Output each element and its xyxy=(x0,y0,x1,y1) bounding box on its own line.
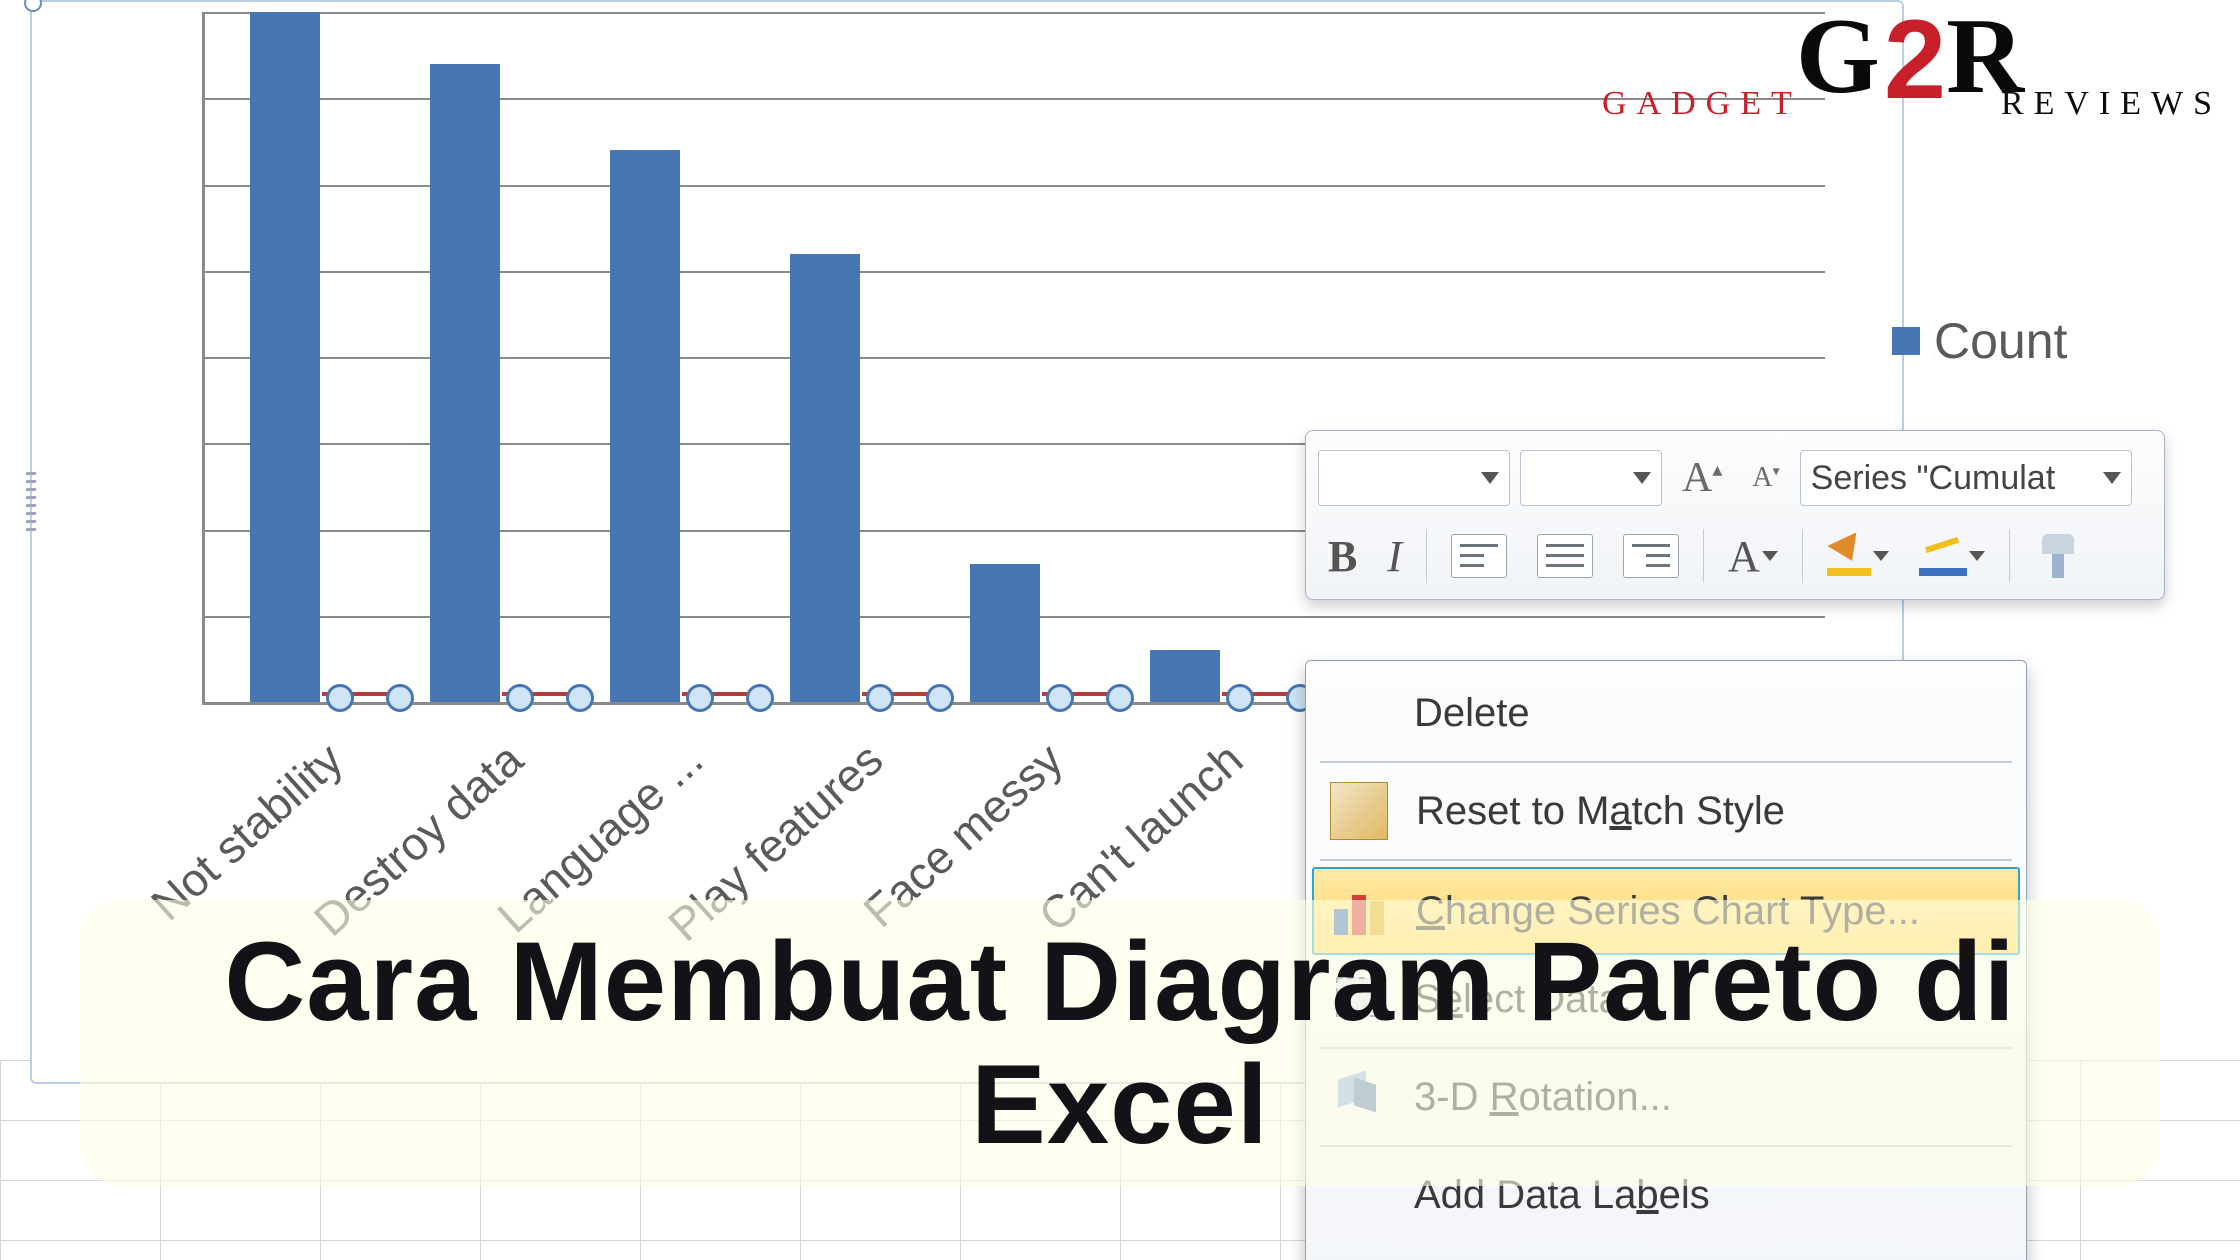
gridline xyxy=(205,12,1825,14)
chart-element-select[interactable]: Series "Cumulat xyxy=(1800,450,2132,506)
series-marker[interactable] xyxy=(926,684,954,712)
menu-add-trendline[interactable]: Add Trendline... xyxy=(1312,1239,2020,1260)
series-marker[interactable] xyxy=(746,684,774,712)
menu-reset[interactable]: Reset to Match Style xyxy=(1312,769,2020,853)
italic-button[interactable]: I xyxy=(1377,527,1412,585)
bar[interactable] xyxy=(790,254,860,703)
series-marker[interactable] xyxy=(506,684,534,712)
plot-area[interactable] xyxy=(202,12,1825,705)
bar[interactable] xyxy=(1150,650,1220,702)
font-color-button[interactable]: A xyxy=(1718,527,1788,585)
menu-divider xyxy=(1320,859,2012,861)
menu-label: Delete xyxy=(1414,691,1530,735)
blank-icon xyxy=(1330,685,1386,741)
separator xyxy=(1426,529,1427,583)
series-marker[interactable] xyxy=(1046,684,1074,712)
series-marker[interactable] xyxy=(1226,684,1254,712)
article-headline: Cara Membuat Diagram Pareto di Excel xyxy=(80,900,2160,1186)
align-right-button[interactable] xyxy=(1613,527,1689,585)
font-size-select[interactable] xyxy=(1520,450,1662,506)
mini-toolbar: A▴ A▾ Series "Cumulat B I A xyxy=(1305,430,2165,600)
bar[interactable] xyxy=(610,150,680,702)
format-painter-button[interactable] xyxy=(2024,527,2092,585)
shrink-font-button[interactable]: A▾ xyxy=(1742,449,1789,507)
bold-button[interactable]: B xyxy=(1318,527,1367,585)
menu-delete[interactable]: Delete xyxy=(1312,671,2020,755)
separator xyxy=(1703,529,1704,583)
separator xyxy=(2009,529,2010,583)
blank-icon xyxy=(1330,1253,1386,1260)
series-marker[interactable] xyxy=(1106,684,1134,712)
legend-swatch xyxy=(1892,327,1920,355)
series-marker[interactable] xyxy=(386,684,414,712)
legend[interactable]: Count xyxy=(1892,312,2067,370)
logo-g: G xyxy=(1796,0,1884,116)
legend-label: Count xyxy=(1934,312,2067,370)
logo-left-word: GADGET xyxy=(1602,85,1802,123)
series-marker[interactable] xyxy=(866,684,894,712)
bar[interactable] xyxy=(250,12,320,702)
fill-color-button[interactable] xyxy=(1817,527,1899,585)
series-marker[interactable] xyxy=(686,684,714,712)
outline-color-button[interactable] xyxy=(1909,527,1995,585)
separator xyxy=(1802,529,1803,583)
chart-element-value: Series "Cumulat xyxy=(1811,459,2056,498)
watermark-logo: G2R GADGET REVIEWS xyxy=(1602,4,2222,114)
series-marker[interactable] xyxy=(326,684,354,712)
reset-icon xyxy=(1330,782,1388,840)
logo-2: 2 xyxy=(1884,10,1946,111)
resize-handle[interactable] xyxy=(26,472,36,532)
align-center-button[interactable] xyxy=(1527,527,1603,585)
font-family-select[interactable] xyxy=(1318,450,1510,506)
resize-handle[interactable] xyxy=(24,0,42,12)
menu-divider xyxy=(1320,761,2012,763)
logo-right-word: REVIEWS xyxy=(2001,85,2222,123)
series-marker[interactable] xyxy=(566,684,594,712)
bar[interactable] xyxy=(970,564,1040,702)
bar[interactable] xyxy=(430,64,500,702)
align-left-button[interactable] xyxy=(1441,527,1517,585)
grow-font-button[interactable]: A▴ xyxy=(1672,449,1732,507)
menu-label: Reset to Match Style xyxy=(1416,789,1996,834)
